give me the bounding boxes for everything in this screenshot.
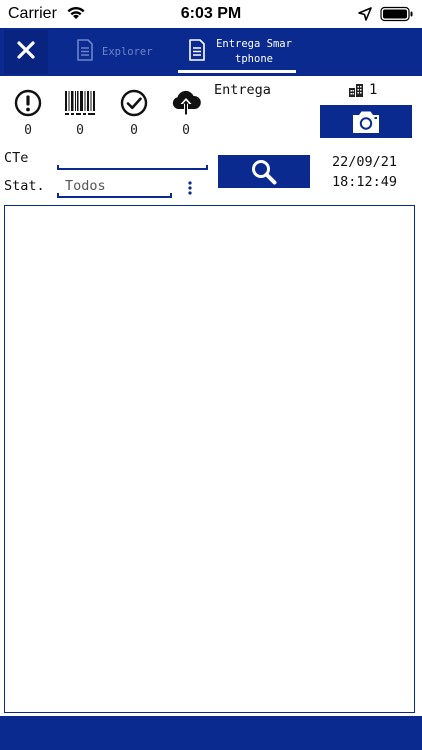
- stat-label: Stat.: [4, 178, 45, 194]
- camera-icon: [350, 109, 382, 135]
- cte-input[interactable]: [57, 150, 208, 170]
- counter-uploads[interactable]: 0: [166, 88, 206, 138]
- delivery-list[interactable]: [4, 205, 415, 713]
- more-vertical-icon[interactable]: [184, 180, 196, 196]
- tab-bar: Explorer Entrega Smartphone: [0, 28, 422, 76]
- barcode-icon: [60, 88, 100, 118]
- close-button[interactable]: [4, 30, 48, 74]
- tab-label-explorer: Explorer: [102, 45, 153, 58]
- counter-completed-value: 0: [130, 123, 138, 138]
- check-circle-icon: [114, 88, 154, 118]
- counter-uploads-value: 0: [182, 123, 190, 138]
- time-label: 18:12:49: [332, 174, 398, 190]
- tab-label-entrega-smartphone: Entrega Smartphone: [216, 38, 292, 65]
- entrega-label: Entrega: [214, 82, 271, 98]
- status-select[interactable]: Todos: [57, 176, 172, 198]
- counter-barcodes[interactable]: 0: [60, 88, 100, 138]
- datetime: 22/09/21 18:12:49: [332, 152, 397, 192]
- document-icon: [188, 39, 206, 65]
- bottom-bar: [0, 716, 422, 750]
- search-icon: [250, 158, 278, 186]
- tab-entrega-smartphone[interactable]: Entrega Smartphone: [178, 28, 296, 76]
- document-icon: [76, 39, 94, 65]
- search-button[interactable]: [218, 155, 310, 188]
- cte-label: CTe: [4, 150, 29, 166]
- counter-alerts[interactable]: 0: [8, 88, 48, 138]
- camera-button[interactable]: [320, 105, 412, 138]
- active-tab-indicator: [178, 70, 296, 73]
- close-icon: [17, 41, 35, 63]
- counter-completed[interactable]: 0: [114, 88, 154, 138]
- tab-explorer[interactable]: Explorer: [76, 28, 166, 76]
- building-count-value: 1: [369, 82, 378, 98]
- counter-alerts-value: 0: [24, 123, 32, 138]
- alert-circle-icon: [8, 88, 48, 118]
- building-icon: [348, 83, 364, 97]
- status-select-value: Todos: [65, 178, 106, 194]
- cloud-upload-icon: [166, 88, 206, 118]
- status-bar: Carrier 6:03 PM: [0, 0, 422, 28]
- date-label: 22/09/21: [332, 154, 398, 170]
- building-count: 1: [348, 82, 377, 98]
- location-arrow-icon: [358, 6, 372, 25]
- battery-icon: [380, 6, 414, 26]
- counter-barcodes-value: 0: [76, 123, 84, 138]
